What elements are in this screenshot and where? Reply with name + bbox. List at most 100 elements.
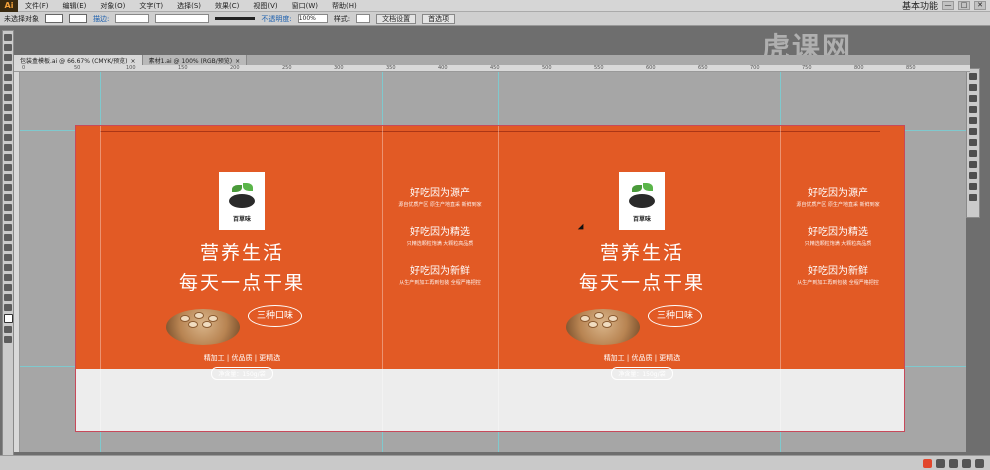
style-label: 样式:: [333, 14, 351, 23]
opacity-field[interactable]: 100%: [297, 14, 328, 23]
lasso-tool-icon[interactable]: [4, 64, 12, 71]
horizontal-ruler[interactable]: 0 50 100 150 200 250 300 350 400 450 500…: [14, 65, 970, 72]
menu-item-edit[interactable]: 编辑(E): [56, 1, 94, 11]
brand-name: 百草味: [632, 216, 651, 223]
menu-item-type[interactable]: 文字(T): [132, 1, 170, 11]
keyboard-icon[interactable]: [962, 458, 971, 468]
hand-tool-icon[interactable]: [4, 294, 12, 301]
zoom-tool-icon[interactable]: [4, 304, 12, 311]
side-panel-1[interactable]: 好吃因为源产 源自优质产区 原生产地直采 新鲜到家 好吃因为精选 只精选颗粒饱满…: [390, 184, 490, 287]
paintbrush-tool-icon[interactable]: [4, 114, 12, 121]
column-graph-tool-icon[interactable]: [4, 264, 12, 271]
front-panel-1[interactable]: 百草味 营养生活 每天一点干果 三种口味 精加工 | 优品质 | 更精选 净含量…: [162, 172, 322, 380]
brushes-panel-icon[interactable]: [969, 106, 977, 113]
net-weight-label: 净含量：150g/袋: [211, 367, 273, 380]
close-icon[interactable]: ×: [235, 58, 240, 65]
close-icon[interactable]: ×: [131, 58, 136, 65]
color-guide-panel-icon[interactable]: [969, 84, 977, 91]
drawing-mode-icon[interactable]: [4, 326, 12, 333]
graphic-styles-panel-icon[interactable]: [969, 172, 977, 179]
eraser-tool-icon[interactable]: [4, 144, 12, 151]
pistachio-icon: [188, 321, 198, 328]
close-button[interactable]: ✕: [974, 1, 986, 10]
pistachio-icon: [580, 315, 590, 322]
scale-tool-icon[interactable]: [4, 164, 12, 171]
packaging-artboard[interactable]: 百草味 营养生活 每天一点干果 三种口味 精加工 | 优品质 | 更精选 净含量…: [75, 125, 905, 432]
style-dropdown[interactable]: [356, 14, 371, 23]
document-setup-button[interactable]: 文档设置: [376, 13, 417, 24]
blob-brush-tool-icon[interactable]: [4, 134, 12, 141]
magic-wand-tool-icon[interactable]: [4, 54, 12, 61]
rectangle-tool-icon[interactable]: [4, 104, 12, 111]
ruler-tick: 450: [490, 65, 500, 71]
selection-tool-icon[interactable]: [4, 34, 12, 41]
system-tray: [923, 458, 990, 468]
section-title: 好吃因为新鲜: [808, 266, 868, 277]
tab-document-1[interactable]: 包装盒模板.ai @ 66.67% (CMYK/预览) ×: [14, 55, 143, 65]
tab-document-2[interactable]: 素材1.ai @ 100% (RGB/预览) ×: [142, 55, 248, 65]
rotate-tool-icon[interactable]: [4, 154, 12, 161]
variable-width-dropdown[interactable]: [155, 14, 210, 23]
app-logo: Ai: [0, 0, 18, 12]
tab-label: 包装盒模板.ai @ 66.67% (CMYK/预览): [20, 58, 128, 65]
settings-icon[interactable]: [975, 458, 984, 468]
brand-logo: 百草味: [219, 172, 265, 230]
direct-selection-tool-icon[interactable]: [4, 44, 12, 51]
color-panel-icon[interactable]: [969, 73, 977, 80]
shape-builder-tool-icon[interactable]: [4, 194, 12, 201]
layers-panel-icon[interactable]: [969, 183, 977, 190]
artboard-tool-icon[interactable]: [4, 274, 12, 281]
perspective-grid-tool-icon[interactable]: [4, 204, 12, 211]
gradient-tool-icon[interactable]: [4, 224, 12, 231]
menu-item-window[interactable]: 窗口(W): [285, 1, 325, 11]
mesh-tool-icon[interactable]: [4, 214, 12, 221]
brush-stroke-preview[interactable]: [215, 17, 256, 20]
language-icon[interactable]: [936, 458, 945, 468]
menu-item-help[interactable]: 帮助(H): [325, 1, 364, 11]
minimize-button[interactable]: —: [942, 1, 954, 10]
blend-tool-icon[interactable]: [4, 244, 12, 251]
swatches-panel-icon[interactable]: [969, 95, 977, 102]
microphone-icon[interactable]: [949, 458, 958, 468]
workspace-switcher[interactable]: 基本功能: [902, 0, 938, 12]
screen-mode-icon[interactable]: [4, 336, 12, 343]
menu-item-view[interactable]: 视图(V): [246, 1, 284, 11]
pencil-tool-icon[interactable]: [4, 124, 12, 131]
line-tool-icon[interactable]: [4, 94, 12, 101]
preferences-button[interactable]: 首选项: [422, 13, 456, 24]
artboards-panel-icon[interactable]: [969, 194, 977, 201]
input-method-icon[interactable]: [923, 458, 932, 468]
ruler-tick: 550: [594, 65, 604, 71]
pistachio-icon: [588, 321, 598, 328]
symbols-panel-icon[interactable]: [969, 117, 977, 124]
stroke-weight-dropdown[interactable]: [115, 14, 150, 23]
menu-item-object[interactable]: 对象(O): [93, 1, 132, 11]
menu-item-select[interactable]: 选择(S): [170, 1, 208, 11]
fill-swatch[interactable]: [45, 14, 63, 23]
menu-item-effect[interactable]: 效果(C): [208, 1, 246, 11]
opacity-label[interactable]: 不透明度:: [261, 14, 291, 24]
gradient-panel-icon[interactable]: [969, 139, 977, 146]
symbol-sprayer-tool-icon[interactable]: [4, 254, 12, 261]
side-panel-2[interactable]: 好吃因为源产 源自优质产区 原生产地直采 新鲜到家 好吃因为精选 只精选颗粒饱满…: [788, 184, 888, 287]
panel-fold-line: [382, 126, 383, 431]
slogan-line-1: 营养生活: [199, 242, 284, 264]
stroke-label[interactable]: 描边:: [93, 14, 109, 24]
transparency-panel-icon[interactable]: [969, 150, 977, 157]
menu-item-file[interactable]: 文件(F): [18, 1, 56, 11]
front-panel-2[interactable]: 百草味 营养生活 每天一点干果 三种口味 精加工 | 优品质 | 更精选 净含量…: [562, 172, 722, 380]
ruler-tick: 500: [542, 65, 552, 71]
fill-stroke-color-icon[interactable]: [3, 314, 13, 323]
appearance-panel-icon[interactable]: [969, 161, 977, 168]
pen-tool-icon[interactable]: [4, 74, 12, 81]
brand-name: 百草味: [232, 216, 251, 223]
stroke-swatch[interactable]: [69, 14, 87, 23]
type-tool-icon[interactable]: [4, 84, 12, 91]
canvas[interactable]: 百草味 营养生活 每天一点干果 三种口味 精加工 | 优品质 | 更精选 净含量…: [20, 72, 966, 452]
eyedropper-tool-icon[interactable]: [4, 234, 12, 241]
maximize-button[interactable]: □: [958, 1, 970, 10]
free-transform-tool-icon[interactable]: [4, 184, 12, 191]
width-tool-icon[interactable]: [4, 174, 12, 181]
stroke-panel-icon[interactable]: [969, 128, 977, 135]
slice-tool-icon[interactable]: [4, 284, 12, 291]
